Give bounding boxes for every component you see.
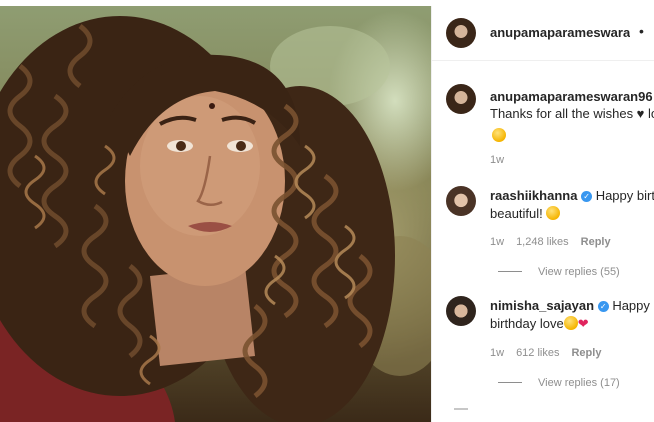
author-avatar[interactable]: [446, 18, 476, 48]
caption-text: Thanks for all the wishes ♥ lo: [490, 106, 654, 121]
comment-username[interactable]: raashiikhanna: [490, 188, 577, 203]
heart-emoji-icon: ❤: [577, 316, 589, 331]
smiling-face-emoji-icon: [563, 316, 578, 330]
comment-likes[interactable]: 612 likes: [516, 347, 559, 359]
comment-text-continued: beautiful!: [490, 206, 543, 221]
comment-time: 1w: [490, 236, 505, 248]
caption-time: 1w: [490, 154, 505, 166]
instagram-post-view: anupamaparameswaran96 • anupamaparameswa…: [0, 0, 654, 422]
comment-meta: 1w 1,248 likes Reply: [490, 236, 611, 248]
portrait-illustration: [0, 16, 431, 422]
comment-time: 1w: [490, 347, 505, 359]
author-username[interactable]: anupamaparameswaran96: [490, 25, 630, 40]
reply-button[interactable]: Reply: [571, 347, 601, 359]
smiling-face-emoji-icon: [546, 206, 561, 220]
comment-line-1: raashiikhanna ✓ Happy birth: [490, 186, 654, 206]
comment-line-2: birthday love ❤: [490, 314, 654, 334]
comment-line-1: nimisha_sajayan ✓ Happy: [490, 296, 654, 316]
verified-badge-icon: ✓: [597, 301, 609, 312]
comment-line-2: beautiful!: [490, 204, 654, 224]
commenter-avatar[interactable]: [446, 186, 476, 216]
view-replies-label[interactable]: View replies (55): [538, 266, 620, 278]
caption-username[interactable]: anupamaparameswaran96: [490, 89, 654, 104]
view-replies-button[interactable]: View replies (17): [498, 377, 620, 389]
reply-button[interactable]: Reply: [581, 236, 611, 248]
post-header: anupamaparameswaran96 •: [432, 6, 654, 61]
comment-text: Happy birth: [595, 188, 654, 203]
header-separator: •: [639, 23, 644, 39]
comment-likes[interactable]: 1,248 likes: [516, 236, 569, 248]
comment-meta: 1w 612 likes Reply: [490, 347, 601, 359]
view-replies-line: [498, 271, 522, 272]
smiling-face-emoji-icon: [492, 128, 506, 142]
comment-text-continued: birthday love: [490, 316, 564, 331]
commenter-avatar[interactable]: [446, 296, 476, 326]
comment-username[interactable]: nimisha_sajayan: [490, 298, 594, 313]
caption-avatar[interactable]: [446, 84, 476, 114]
verified-badge-icon: ✓: [581, 191, 593, 202]
comments-panel: anupamaparameswaran96 • anupamaparameswa…: [431, 6, 654, 422]
view-replies-label[interactable]: View replies (17): [538, 377, 620, 389]
post-photo[interactable]: [0, 6, 431, 422]
view-replies-line: [498, 382, 522, 383]
view-replies-button[interactable]: View replies (55): [498, 266, 620, 278]
next-comment-edge: [454, 408, 468, 410]
comment-text: Happy: [612, 298, 650, 313]
